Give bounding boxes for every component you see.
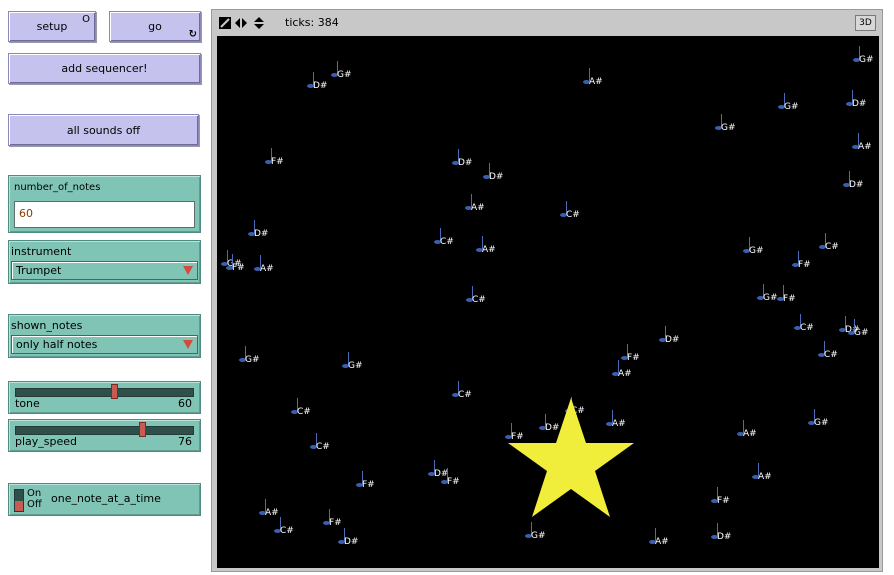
note-label: F# [329, 518, 342, 528]
note-label: C# [440, 237, 454, 247]
view-toolbar: ticks: 384 3D [212, 10, 882, 35]
note-label: C# [800, 323, 814, 333]
number-of-notes-label: number_of_notes [14, 182, 101, 193]
note-label: F# [798, 260, 811, 270]
note-label: D# [665, 335, 680, 345]
note-label: C# [297, 407, 311, 417]
slider-track[interactable] [15, 388, 194, 397]
setup-button[interactable]: setup O [8, 11, 96, 42]
switch-on-label: On [27, 488, 42, 499]
note-label: D# [489, 172, 504, 182]
note-label: A# [655, 537, 669, 547]
shown-notes-selected: only half notes [16, 338, 98, 351]
note-label: A# [618, 369, 632, 379]
note-label: G# [763, 293, 778, 303]
slider-thumb[interactable] [138, 422, 146, 437]
slider-thumb[interactable] [110, 384, 118, 399]
tone-label: tone [15, 397, 40, 410]
note-label: F# [362, 480, 375, 490]
switch-off-label: Off [27, 499, 42, 510]
number-of-notes-input[interactable]: 60 [14, 201, 195, 228]
note-label: F# [717, 496, 730, 506]
world-view: ticks: 384 3D G# D# A# G# G# D# G# A# F# D# D# D# A#… [211, 9, 883, 572]
note-label: A# [265, 508, 279, 518]
note-label: F# [783, 294, 796, 304]
play-speed-value: 76 [178, 435, 192, 448]
note-label: F# [447, 477, 460, 487]
note-label: A# [589, 77, 603, 87]
note-label: G# [814, 418, 829, 428]
play-speed-slider[interactable]: play_speed 76 [8, 419, 201, 452]
note-label: F# [232, 263, 245, 273]
note-label: C# [472, 295, 486, 305]
shown-notes-label: shown_notes [11, 319, 83, 332]
note-label: G# [721, 123, 736, 133]
note-label: A# [758, 472, 772, 482]
full-screen-icon[interactable] [218, 16, 232, 30]
note-label: D# [254, 229, 269, 239]
note-label: G# [531, 531, 546, 541]
note-label: D# [852, 99, 867, 109]
instrument-selected: Trumpet [16, 264, 62, 277]
all-sounds-off-button[interactable]: all sounds off [8, 114, 199, 146]
slider-track[interactable] [15, 426, 194, 435]
ticks-counter: ticks: 384 [285, 16, 339, 29]
switch-label: one_note_at_a_time [51, 492, 161, 505]
note-label: C# [458, 390, 472, 400]
world-canvas[interactable]: G# D# A# G# G# D# G# A# F# D# D# D# A# C# D# C# A# C# G# G#… [217, 36, 879, 568]
note-label: C# [280, 526, 294, 536]
3d-view-button[interactable]: 3D [855, 15, 876, 31]
setup-button-label: setup [36, 20, 68, 33]
note-label: A# [743, 429, 757, 439]
once-indicator: O [82, 14, 90, 25]
note-label: C# [566, 210, 580, 220]
note-label: F# [271, 157, 284, 167]
dropdown-arrow-icon [183, 340, 193, 349]
horizontal-resize-icon[interactable] [234, 16, 248, 30]
add-sequencer-button[interactable]: add sequencer! [8, 53, 201, 84]
note-label: D# [313, 81, 328, 91]
play-speed-label: play_speed [15, 435, 78, 448]
note-label: G# [348, 361, 363, 371]
note-label: D# [717, 532, 732, 542]
note-label: G# [859, 55, 874, 65]
note-label: G# [245, 355, 260, 365]
vertical-resize-icon[interactable] [252, 16, 266, 30]
instrument-select[interactable]: Trumpet [11, 261, 198, 280]
note-label: A# [482, 245, 496, 255]
note-label: D# [458, 158, 473, 168]
switch-knob[interactable] [15, 501, 23, 511]
one-note-switch[interactable]: On Off one_note_at_a_time [8, 483, 201, 516]
forever-icon: ↻ [188, 29, 197, 40]
shown-notes-chooser: shown_notes only half notes [8, 314, 201, 358]
tone-value: 60 [178, 397, 192, 410]
note-label: G# [337, 70, 352, 80]
go-button-label: go [148, 20, 162, 33]
note-label: D# [849, 180, 864, 190]
note-label: A# [858, 142, 872, 152]
star-icon [508, 398, 634, 517]
note-label: D# [344, 537, 359, 547]
shown-notes-select[interactable]: only half notes [11, 335, 198, 354]
note-label: C# [825, 242, 839, 252]
switch-toggle[interactable] [14, 489, 24, 512]
number-of-notes-widget: number_of_notes 60 [8, 175, 201, 233]
note-label: C# [824, 350, 838, 360]
note-label: A# [471, 203, 485, 213]
instrument-label: instrument [11, 245, 72, 258]
tone-slider[interactable]: tone 60 [8, 381, 201, 414]
note-label: F# [627, 353, 640, 363]
note-label: C# [316, 442, 330, 452]
note-label: A# [260, 264, 274, 274]
go-button[interactable]: go ↻ [109, 11, 201, 42]
note-label: G# [749, 246, 764, 256]
dropdown-arrow-icon [183, 266, 193, 275]
note-label: G# [854, 328, 869, 338]
instrument-chooser: instrument Trumpet [8, 240, 201, 284]
note-label: G# [784, 102, 799, 112]
add-sequencer-label: add sequencer! [61, 62, 148, 75]
all-sounds-off-label: all sounds off [66, 123, 141, 137]
